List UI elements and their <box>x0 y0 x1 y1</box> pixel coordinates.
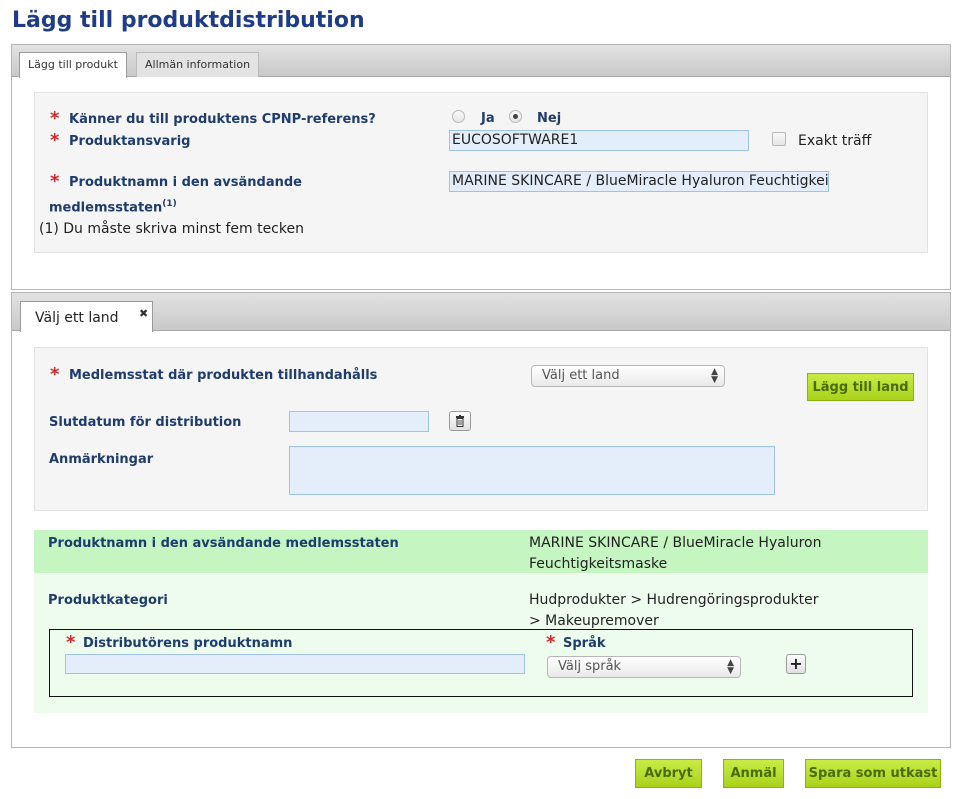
required-marker: * <box>50 130 60 151</box>
country-form-box: * Medlemsstat där produkten tillhandahål… <box>34 347 928 511</box>
product-info-area: Produktnamn i den avsändande medlemsstat… <box>34 530 928 713</box>
add-language-button[interactable]: + <box>786 654 806 674</box>
required-marker: * <box>66 632 76 653</box>
category-label: Produktkategori <box>48 593 168 608</box>
submit-button[interactable]: Anmäl <box>723 759 784 788</box>
required-marker: * <box>50 364 60 385</box>
remarks-label: Anmärkningar <box>49 452 154 467</box>
language-label: Språk <box>563 636 606 651</box>
distributor-name-label: Distributörens produktnamn <box>83 636 293 651</box>
exact-match-label: Exakt träff <box>798 133 872 149</box>
required-marker: * <box>50 171 60 192</box>
info-name-value: MARINE SKINCARE / BlueMiracle Hyaluron <box>529 535 822 551</box>
required-marker: * <box>546 632 556 653</box>
country-select[interactable]: Välj ett land ▲ ▼ <box>531 365 725 387</box>
exact-match-checkbox[interactable] <box>772 132 786 146</box>
responsible-label: Produktansvarig <box>69 134 191 149</box>
info-name-label: Produktnamn i den avsändande medlemsstat… <box>48 536 399 551</box>
tab-add-product[interactable]: Lägg till produkt <box>19 52 127 78</box>
responsible-input[interactable]: EUCOSOFTWARE1 <box>449 130 749 151</box>
product-name-label-text: medlemsstaten <box>49 200 163 216</box>
remarks-textarea[interactable] <box>289 446 775 495</box>
required-marker: * <box>50 108 60 129</box>
radio-no-label: Nej <box>537 111 562 126</box>
page-title: Lägg till produktdistribution <box>12 8 365 33</box>
radio-yes-label: Ja <box>481 111 495 126</box>
language-select-value: Välj språk <box>558 659 622 674</box>
add-product-panel: Lägg till produkt Allmän information * K… <box>11 44 951 290</box>
info-name-value-line2: Feuchtigkeitsmaske <box>529 556 668 572</box>
category-value-line2: > Makeupremover <box>529 613 659 629</box>
category-value: Hudprodukter > Hudrengöringsprodukter <box>529 592 819 608</box>
save-draft-button[interactable]: Spara som utkast <box>805 759 941 788</box>
tab-general-info[interactable]: Allmän information <box>136 52 260 77</box>
end-date-label: Slutdatum för distribution <box>49 415 242 430</box>
product-name-input[interactable]: MARINE SKINCARE / BlueMiracle Hyaluron F… <box>449 171 829 192</box>
country-panel: Välj ett land ✖ * Medlemsstat där produk… <box>11 292 951 748</box>
product-name-label-line2: medlemsstaten(1) <box>49 199 177 215</box>
add-country-button[interactable]: Lägg till land <box>807 373 914 401</box>
footnote-text: (1) Du måste skriva minst fem tecken <box>39 221 304 237</box>
end-date-input[interactable] <box>289 411 429 432</box>
tab-select-country-label: Välj ett land <box>35 310 119 326</box>
country-select-value: Välj ett land <box>542 368 620 383</box>
distributor-name-input[interactable] <box>65 654 525 674</box>
language-select[interactable]: Välj språk ▲ ▼ <box>547 656 741 678</box>
radio-no[interactable] <box>509 110 522 123</box>
cancel-button[interactable]: Avbryt <box>635 759 702 788</box>
product-form-box: * Känner du till produktens CPNP-referen… <box>34 92 928 253</box>
tab-select-country[interactable]: Välj ett land ✖ <box>20 301 153 332</box>
clear-date-icon[interactable] <box>449 411 471 431</box>
member-state-label: Medlemsstat där produkten tillhandahålls <box>69 368 378 383</box>
distributor-box: * Distributörens produktnamn * Språk Väl… <box>49 629 913 697</box>
footnote-ref: (1) <box>162 199 177 209</box>
product-name-label: Produktnamn i den avsändande <box>69 175 302 190</box>
select-arrows-icon: ▲ ▼ <box>711 367 718 385</box>
cpnp-question-label: Känner du till produktens CPNP-referens? <box>69 112 376 127</box>
close-tab-icon[interactable]: ✖ <box>139 307 148 320</box>
select-arrows-icon: ▲ ▼ <box>727 658 734 676</box>
radio-yes[interactable] <box>452 110 465 123</box>
plus-icon: + <box>789 654 803 673</box>
